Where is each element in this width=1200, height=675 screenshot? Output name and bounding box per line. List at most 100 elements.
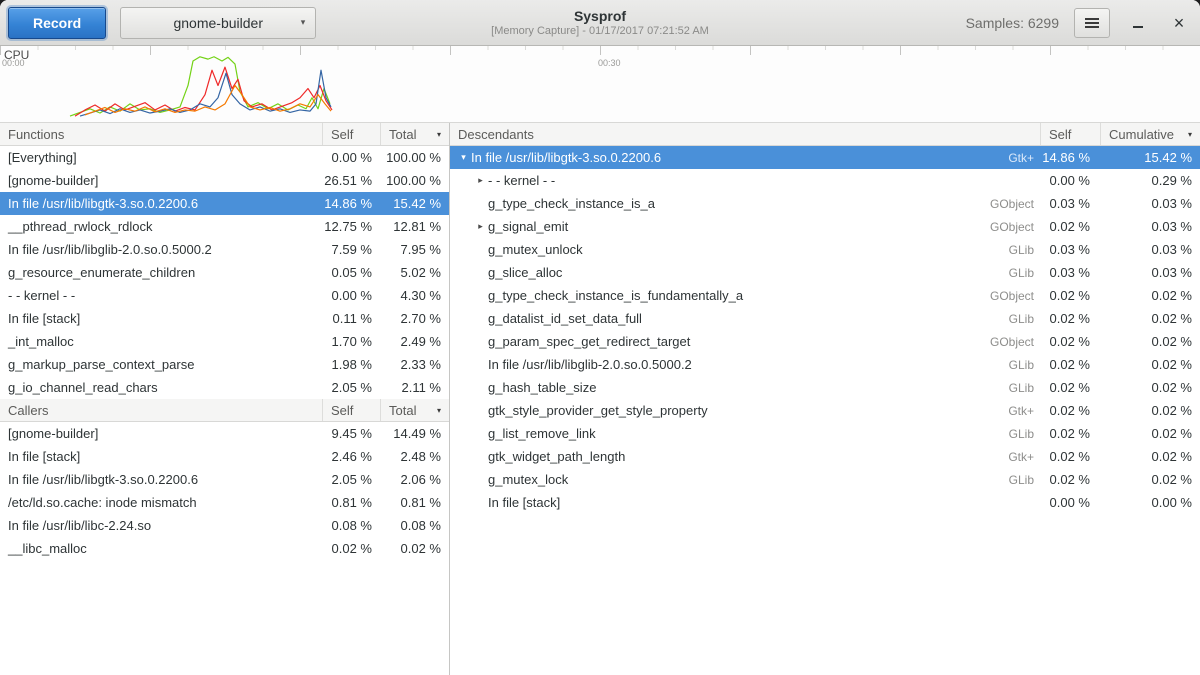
table-row[interactable]: g_param_spec_get_redirect_targetGObject0… bbox=[450, 330, 1200, 353]
table-row[interactable]: g_mutex_unlockGLib0.03 %0.03 % bbox=[450, 238, 1200, 261]
table-row[interactable]: g_resource_enumerate_children0.05 %5.02 … bbox=[0, 261, 449, 284]
total-percent: 15.42 % bbox=[380, 196, 449, 211]
cumulative-percent: 0.02 % bbox=[1100, 288, 1200, 303]
column-header-total[interactable]: Total ▾ bbox=[380, 399, 449, 421]
cumulative-percent: 0.02 % bbox=[1100, 426, 1200, 441]
table-row[interactable]: g_markup_parse_context_parse1.98 %2.33 % bbox=[0, 353, 449, 376]
table-row[interactable]: ▸- - kernel - -0.00 %0.29 % bbox=[450, 169, 1200, 192]
total-percent: 0.81 % bbox=[380, 495, 449, 510]
column-header-label: Cumulative bbox=[1109, 127, 1174, 142]
callers-table-header: Callers Self Total ▾ bbox=[0, 399, 449, 422]
column-header-self[interactable]: Self bbox=[322, 123, 380, 145]
expander-open-icon[interactable]: ▾ bbox=[456, 152, 471, 163]
descendant-cell: ▸- - kernel - - bbox=[450, 173, 1040, 188]
table-row[interactable]: ▸g_signal_emitGObject0.02 %0.03 % bbox=[450, 215, 1200, 238]
function-name: gtk_style_provider_get_style_property bbox=[488, 403, 1008, 418]
table-row[interactable]: In file /usr/lib/libc-2.24.so0.08 %0.08 … bbox=[0, 514, 449, 537]
column-header-functions[interactable]: Functions bbox=[0, 123, 322, 145]
total-percent: 0.08 % bbox=[380, 518, 449, 533]
cumulative-percent: 0.02 % bbox=[1100, 449, 1200, 464]
category-label: Gtk+ bbox=[1008, 404, 1040, 418]
function-name: g_resource_enumerate_children bbox=[0, 265, 322, 280]
column-header-self[interactable]: Self bbox=[1040, 123, 1100, 145]
minimize-button[interactable] bbox=[1125, 10, 1151, 36]
table-row[interactable]: In file [stack]0.11 %2.70 % bbox=[0, 307, 449, 330]
self-percent: 0.05 % bbox=[322, 265, 380, 280]
sort-descending-icon: ▾ bbox=[437, 130, 441, 139]
column-header-label: Total bbox=[389, 403, 416, 418]
column-header-self[interactable]: Self bbox=[322, 399, 380, 421]
function-name: g_slice_alloc bbox=[488, 265, 1009, 280]
table-row[interactable]: gtk_style_provider_get_style_propertyGtk… bbox=[450, 399, 1200, 422]
total-percent: 100.00 % bbox=[380, 150, 449, 165]
function-name: __libc_malloc bbox=[0, 541, 322, 556]
function-name: /etc/ld.so.cache: inode mismatch bbox=[0, 495, 322, 510]
table-row[interactable]: g_type_check_instance_is_fundamentally_a… bbox=[450, 284, 1200, 307]
table-row[interactable]: g_io_channel_read_chars2.05 %2.11 % bbox=[0, 376, 449, 399]
minimize-icon bbox=[1133, 26, 1143, 28]
category-label: GLib bbox=[1009, 427, 1040, 441]
table-row[interactable]: __pthread_rwlock_rdlock12.75 %12.81 % bbox=[0, 215, 449, 238]
descendant-cell: g_param_spec_get_redirect_targetGObject bbox=[450, 334, 1040, 349]
self-percent: 0.81 % bbox=[322, 495, 380, 510]
process-selector-dropdown[interactable]: gnome-builder ▾ bbox=[120, 7, 316, 39]
cumulative-percent: 0.02 % bbox=[1100, 403, 1200, 418]
table-row[interactable]: __libc_malloc0.02 %0.02 % bbox=[0, 537, 449, 560]
close-button[interactable]: × bbox=[1166, 10, 1192, 36]
menu-button[interactable] bbox=[1074, 8, 1110, 38]
function-name: In file [stack] bbox=[488, 495, 1034, 510]
self-percent: 0.02 % bbox=[1040, 449, 1100, 464]
table-row[interactable]: In file /usr/lib/libglib-2.0.so.0.5000.2… bbox=[450, 353, 1200, 376]
column-header-label: Callers bbox=[8, 403, 48, 418]
descendant-cell: gtk_widget_path_lengthGtk+ bbox=[450, 449, 1040, 464]
self-percent: 0.00 % bbox=[1040, 495, 1100, 510]
table-row[interactable]: gtk_widget_path_lengthGtk+0.02 %0.02 % bbox=[450, 445, 1200, 468]
column-header-descendants[interactable]: Descendants bbox=[450, 123, 1040, 145]
column-header-label: Self bbox=[1049, 127, 1071, 142]
table-row[interactable]: [Everything]0.00 %100.00 % bbox=[0, 146, 449, 169]
column-header-callers[interactable]: Callers bbox=[0, 399, 322, 421]
table-row[interactable]: In file [stack]2.46 %2.48 % bbox=[0, 445, 449, 468]
table-row[interactable]: g_hash_table_sizeGLib0.02 %0.02 % bbox=[450, 376, 1200, 399]
expander-closed-icon[interactable]: ▸ bbox=[473, 175, 488, 186]
column-header-total[interactable]: Total ▾ bbox=[380, 123, 449, 145]
table-row[interactable]: g_mutex_lockGLib0.02 %0.02 % bbox=[450, 468, 1200, 491]
total-percent: 5.02 % bbox=[380, 265, 449, 280]
expander-closed-icon[interactable]: ▸ bbox=[473, 221, 488, 232]
table-row[interactable]: g_type_check_instance_is_aGObject0.03 %0… bbox=[450, 192, 1200, 215]
column-header-cumulative[interactable]: Cumulative ▾ bbox=[1100, 123, 1200, 145]
time-label-start: 00:00 bbox=[2, 58, 25, 68]
self-percent: 12.75 % bbox=[322, 219, 380, 234]
table-row[interactable]: In file /usr/lib/libglib-2.0.so.0.5000.2… bbox=[0, 238, 449, 261]
table-row[interactable]: g_datalist_id_set_data_fullGLib0.02 %0.0… bbox=[450, 307, 1200, 330]
self-percent: 9.45 % bbox=[322, 426, 380, 441]
category-label: Gtk+ bbox=[1008, 450, 1040, 464]
category-label: GLib bbox=[1009, 243, 1040, 257]
self-percent: 0.00 % bbox=[322, 288, 380, 303]
function-name: In file /usr/lib/libc-2.24.so bbox=[0, 518, 322, 533]
table-row[interactable]: In file [stack]0.00 %0.00 % bbox=[450, 491, 1200, 514]
table-row[interactable]: g_list_remove_linkGLib0.02 %0.02 % bbox=[450, 422, 1200, 445]
table-row[interactable]: ▾In file /usr/lib/libgtk-3.so.0.2200.6Gt… bbox=[450, 146, 1200, 169]
table-row[interactable]: [gnome-builder]9.45 %14.49 % bbox=[0, 422, 449, 445]
table-row[interactable]: g_slice_allocGLib0.03 %0.03 % bbox=[450, 261, 1200, 284]
self-percent: 0.02 % bbox=[1040, 334, 1100, 349]
sysprof-window: Record gnome-builder ▾ Sysprof [Memory C… bbox=[0, 0, 1200, 675]
self-percent: 26.51 % bbox=[322, 173, 380, 188]
cpu-timeline[interactable]: CPU 00:00 00:30 bbox=[0, 46, 1200, 123]
table-row[interactable]: _int_malloc1.70 %2.49 % bbox=[0, 330, 449, 353]
self-percent: 0.00 % bbox=[322, 150, 380, 165]
close-icon: × bbox=[1174, 14, 1185, 32]
table-row[interactable]: In file /usr/lib/libgtk-3.so.0.2200.614.… bbox=[0, 192, 449, 215]
descendant-cell: In file /usr/lib/libglib-2.0.so.0.5000.2… bbox=[450, 357, 1040, 372]
total-percent: 2.33 % bbox=[380, 357, 449, 372]
record-button[interactable]: Record bbox=[8, 7, 106, 39]
category-label: GLib bbox=[1009, 473, 1040, 487]
cumulative-percent: 0.02 % bbox=[1100, 472, 1200, 487]
cumulative-percent: 0.03 % bbox=[1100, 219, 1200, 234]
self-percent: 0.00 % bbox=[1040, 173, 1100, 188]
table-row[interactable]: In file /usr/lib/libgtk-3.so.0.2200.62.0… bbox=[0, 468, 449, 491]
table-row[interactable]: /etc/ld.so.cache: inode mismatch0.81 %0.… bbox=[0, 491, 449, 514]
table-row[interactable]: [gnome-builder]26.51 %100.00 % bbox=[0, 169, 449, 192]
table-row[interactable]: - - kernel - -0.00 %4.30 % bbox=[0, 284, 449, 307]
